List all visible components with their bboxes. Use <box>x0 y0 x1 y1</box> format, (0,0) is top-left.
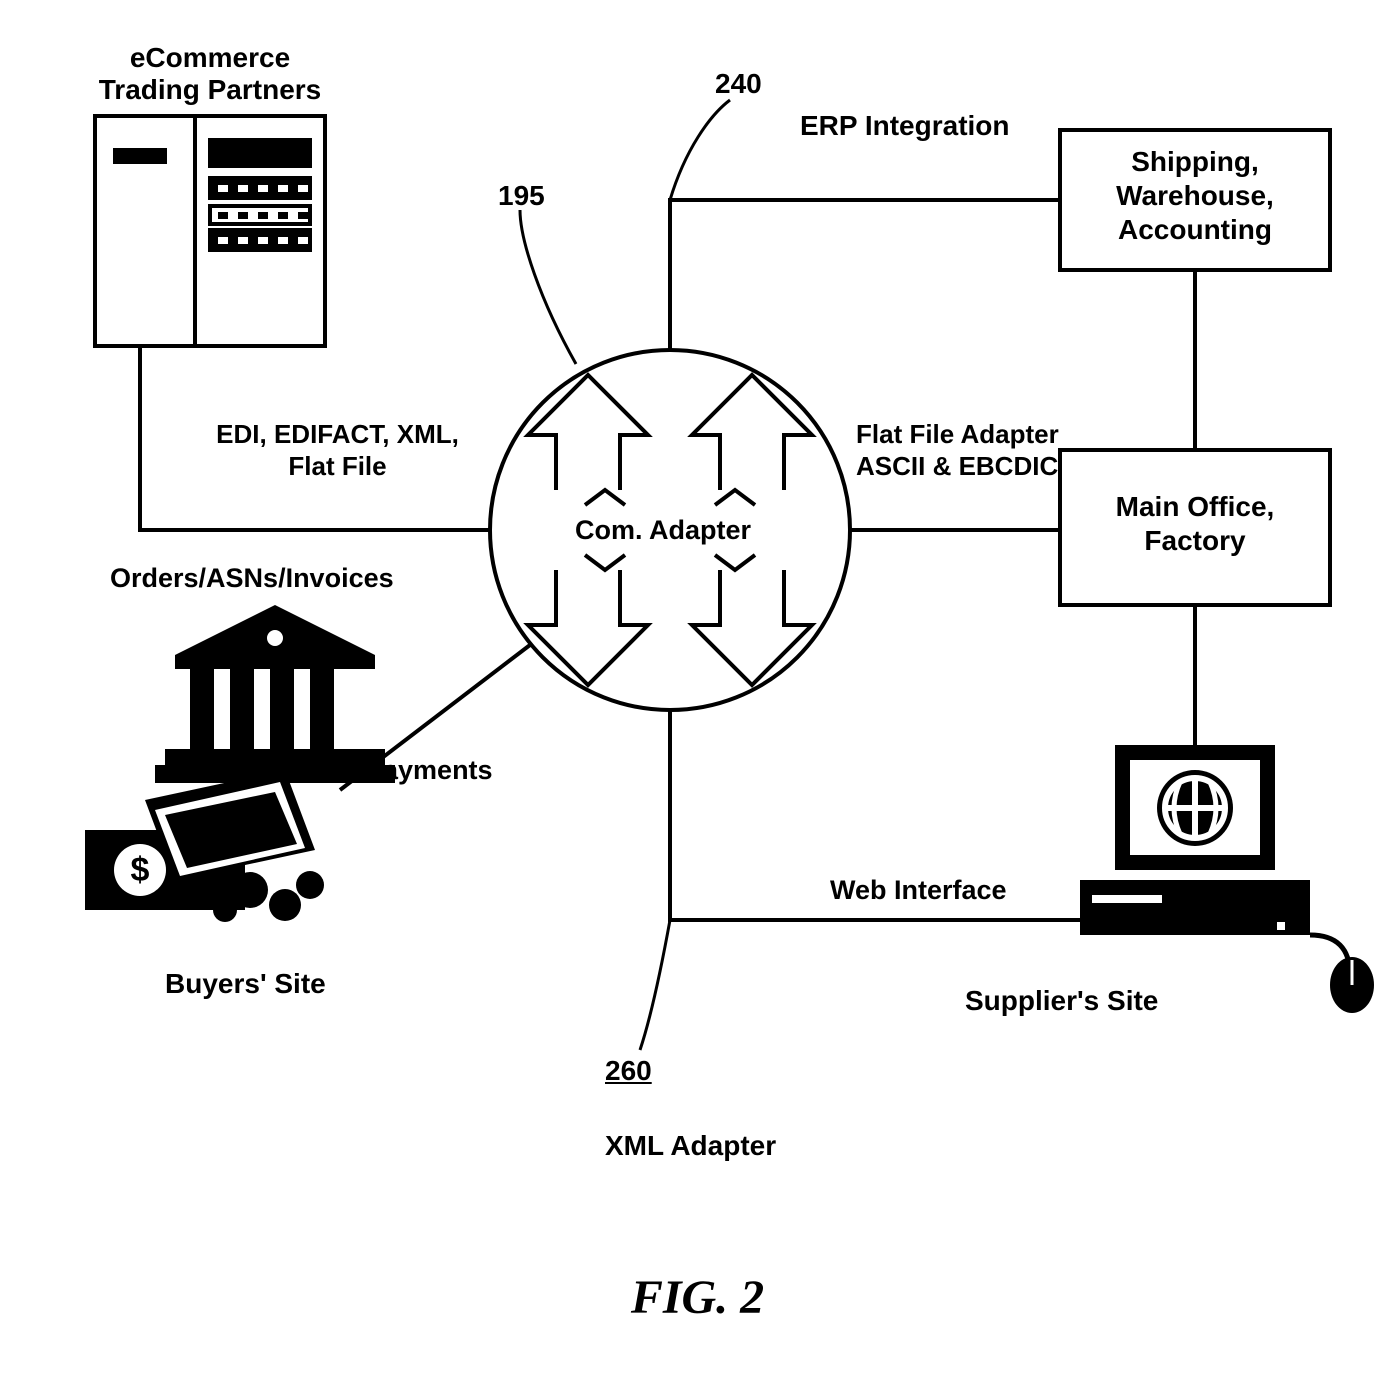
webinterface-label: Web Interface <box>830 875 1007 906</box>
edi-label: EDI, EDIFACT, XML, Flat File <box>185 418 490 482</box>
xmladapter-label: XML Adapter <box>605 1130 776 1162</box>
mainoffice-label: Main Office, Factory <box>1060 490 1330 558</box>
ref-260: 260 <box>605 1055 652 1087</box>
flatfile-label: Flat File Adapter ASCII & EBCDIC <box>856 418 1059 482</box>
svg-text:$: $ <box>131 851 150 889</box>
buyers-label: Buyers' Site <box>165 968 326 1000</box>
orders-label: Orders/ASNs/Invoices <box>110 563 394 594</box>
leader-lines <box>520 100 730 1050</box>
shipping-label: Shipping, Warehouse, Accounting <box>1060 145 1330 247</box>
figure-caption: FIG. 2 <box>0 1270 1395 1325</box>
bank-money-icon: $ <box>85 605 395 922</box>
ref-195: 195 <box>498 180 545 212</box>
ref-240: 240 <box>715 68 762 100</box>
com-adapter-label: Com. Adapter <box>575 515 751 546</box>
payments-label: Payments <box>365 755 493 786</box>
suppliers-label: Supplier's Site <box>965 985 1158 1017</box>
diagram-stage: $ eCommerce Trading Partners 240 ERP Int… <box>0 0 1395 1385</box>
desktop-computer-icon <box>1080 745 1374 1013</box>
ecommerce-label: eCommerce Trading Partners <box>95 42 325 106</box>
erp-label: ERP Integration <box>800 110 1010 142</box>
ecommerce-server-icon <box>95 116 325 346</box>
